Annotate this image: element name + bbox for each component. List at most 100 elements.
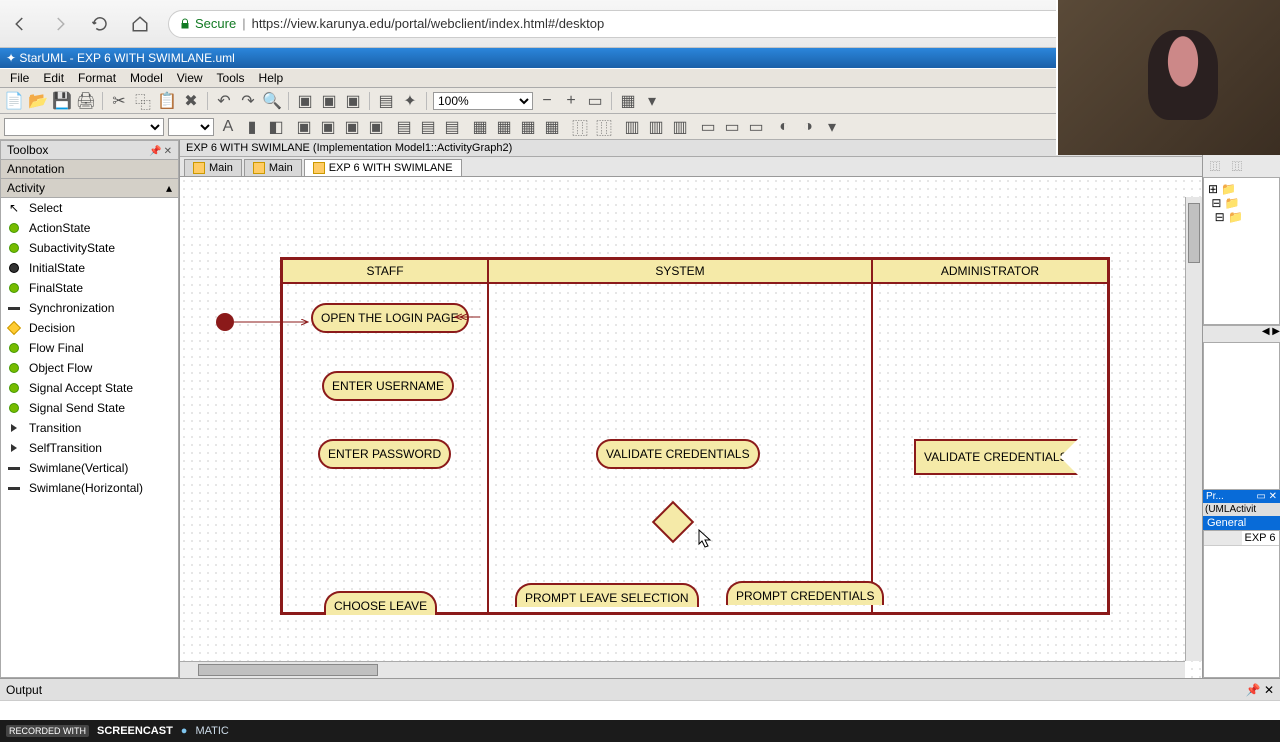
back-button[interactable] [8,12,32,36]
tool-initialstate[interactable]: InitialState [1,258,178,278]
tool-actionstate[interactable]: ActionState [1,218,178,238]
tool-a-icon[interactable]: ▣ [295,91,315,111]
order-b-icon[interactable]: ▤ [418,117,438,137]
menu-help[interactable]: Help [253,69,290,87]
zoom-out-icon[interactable]: − [537,91,557,111]
tool-transition[interactable]: Transition [1,418,178,438]
canvas-viewport[interactable]: STAFF SYSTEM ADMINISTRATOR OPEN THE LOGI… [180,177,1202,678]
grp-b-icon[interactable]: ▦ [494,117,514,137]
menu-model[interactable]: Model [124,69,169,87]
menu-tools[interactable]: Tools [211,69,251,87]
tool-e-icon[interactable]: ✦ [400,91,420,111]
action-prompt-credentials[interactable]: PROMPT CREDENTIALS [726,581,884,605]
size-select[interactable] [168,118,214,136]
forward-button[interactable] [48,12,72,36]
tool-flow-final[interactable]: Flow Final [1,338,178,358]
scrollbar-thumb[interactable] [198,664,378,676]
section-annotation[interactable]: Annotation [0,160,179,179]
sz-b-icon[interactable]: ▭ [722,117,742,137]
undo-icon[interactable]: ↶ [214,91,234,111]
pin-icon[interactable]: 📌 [149,146,161,157]
action-choose-leave[interactable]: CHOOSE LEAVE [324,591,437,615]
signal-validate-admin[interactable]: VALIDATE CREDENTIALS [914,439,1078,475]
close-icon[interactable]: ✕ [164,146,172,157]
tool-signal-send-state[interactable]: Signal Send State [1,398,178,418]
lane-header-system[interactable]: SYSTEM [488,259,872,283]
lay-b-icon[interactable]: ▥ [646,117,666,137]
grp-d-icon[interactable]: ▦ [542,117,562,137]
pin-icon[interactable]: 📌 [1246,683,1261,697]
line-color-icon[interactable]: ◧ [266,117,286,137]
tool-signal-accept-state[interactable]: Signal Accept State [1,378,178,398]
menu-view[interactable]: View [171,69,209,87]
cut-icon[interactable]: ✂ [109,91,129,111]
tab-main-1[interactable]: Main [184,159,242,176]
menu-file[interactable]: File [4,69,35,87]
layout-icon[interactable]: ▦ [618,91,638,111]
tool-select[interactable]: ↖Select [1,198,178,218]
action-validate-credentials[interactable]: VALIDATE CREDENTIALS [596,439,760,469]
chevron-down-icon[interactable]: ▾ [642,91,662,111]
sz-a-icon[interactable]: ▭ [698,117,718,137]
tab-main-2[interactable]: Main [244,159,302,176]
lay-a-icon[interactable]: ▥ [622,117,642,137]
align-c-icon[interactable]: ▣ [342,117,362,137]
tool-c-icon[interactable]: ▣ [343,91,363,111]
tool-d-icon[interactable]: ▤ [376,91,396,111]
vertical-scrollbar[interactable] [1185,197,1202,661]
align-d-icon[interactable]: ▣ [366,117,386,137]
scrollbar-thumb[interactable] [1188,203,1200,263]
properties-header[interactable]: Pr...▭ ✕ [1203,490,1280,503]
save-icon[interactable]: 💾 [52,91,72,111]
paste-icon[interactable]: 📋 [157,91,177,111]
grp-c-icon[interactable]: ▦ [518,117,538,137]
misc-a-icon[interactable]: ◐ [774,117,794,137]
zoom-select[interactable]: 100% [433,92,533,110]
general-tab[interactable]: General [1203,516,1280,530]
tree-a-icon[interactable]: ⿲ [1205,155,1225,175]
delete-icon[interactable]: ✖ [181,91,201,111]
copy-icon[interactable]: ⿻ [133,91,153,111]
horizontal-scrollbar[interactable] [180,661,1185,678]
menu-edit[interactable]: Edit [37,69,70,87]
align-a-icon[interactable]: ▣ [294,117,314,137]
dist-a-icon[interactable]: ⿲ [570,117,590,137]
tool-swimlane-horizontal-[interactable]: Swimlane(Horizontal) [1,478,178,498]
action-enter-username[interactable]: ENTER USERNAME [322,371,454,401]
tool-finalstate[interactable]: FinalState [1,278,178,298]
lay-c-icon[interactable]: ▥ [670,117,690,137]
lane-header-admin[interactable]: ADMINISTRATOR [872,259,1108,283]
print-icon[interactable]: 🖨 [76,91,96,111]
property-grid[interactable]: EXP 6 [1203,530,1280,678]
action-prompt-leave[interactable]: PROMPT LEAVE SELECTION [515,583,699,607]
misc-b-icon[interactable]: ◑ [798,117,818,137]
tool-synchronization[interactable]: Synchronization [1,298,178,318]
font-color-icon[interactable]: A [218,117,238,137]
dist-b-icon[interactable]: ⿲ [594,117,614,137]
open-icon[interactable]: 📂 [28,91,48,111]
order-c-icon[interactable]: ▤ [442,117,462,137]
tool-decision[interactable]: Decision [1,318,178,338]
new-icon[interactable]: 📄 [4,91,24,111]
section-activity[interactable]: Activity ▴ [0,179,179,198]
action-open-login[interactable]: OPEN THE LOGIN PAGE [311,303,469,333]
redo-icon[interactable]: ↷ [238,91,258,111]
misc-c-icon[interactable]: ▾ [822,117,842,137]
sz-c-icon[interactable]: ▭ [746,117,766,137]
tree-b-icon[interactable]: ⿲ [1227,155,1247,175]
font-select[interactable] [4,118,164,136]
tool-subactivitystate[interactable]: SubactivityState [1,238,178,258]
tool-b-icon[interactable]: ▣ [319,91,339,111]
reload-button[interactable] [88,12,112,36]
tab-swimlane[interactable]: EXP 6 WITH SWIMLANE [304,159,462,176]
initial-state[interactable] [216,313,234,331]
tool-swimlane-vertical-[interactable]: Swimlane(Vertical) [1,458,178,478]
order-a-icon[interactable]: ▤ [394,117,414,137]
action-enter-password[interactable]: ENTER PASSWORD [318,439,451,469]
zoom-in-icon[interactable]: + [561,91,581,111]
tool-object-flow[interactable]: Object Flow [1,358,178,378]
grp-a-icon[interactable]: ▦ [470,117,490,137]
lane-header-staff[interactable]: STAFF [282,259,488,283]
find-icon[interactable]: 🔍 [262,91,282,111]
menu-format[interactable]: Format [72,69,122,87]
